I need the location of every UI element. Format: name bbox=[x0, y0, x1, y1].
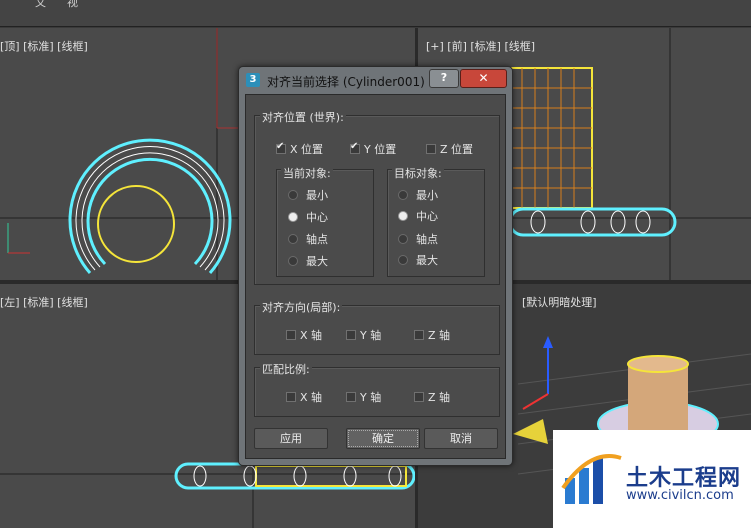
checkbox-box[interactable] bbox=[350, 141, 360, 154]
z-position-checkbox[interactable]: Z 位置 bbox=[426, 141, 473, 157]
current-pivot-radio[interactable]: 轴点 bbox=[288, 231, 328, 247]
checkbox-box[interactable] bbox=[426, 144, 436, 154]
target-object-title: 目标对象: bbox=[392, 165, 444, 181]
app-icon: 3 bbox=[246, 73, 260, 87]
orient-x-checkbox[interactable]: X 轴 bbox=[286, 327, 322, 343]
y-position-checkbox[interactable]: Y 位置 bbox=[350, 141, 396, 157]
checkbox-box[interactable] bbox=[414, 330, 424, 340]
cancel-button[interactable]: 取消 bbox=[424, 428, 498, 449]
target-min-radio[interactable]: 最小 bbox=[398, 187, 438, 203]
checkbox-box[interactable] bbox=[286, 330, 296, 340]
radio-label: 最大 bbox=[306, 255, 328, 268]
scale-z-checkbox[interactable]: Z 轴 bbox=[414, 389, 450, 405]
align-dialog: 3 对齐当前选择 (Cylinder001) ? ✕ 对齐位置 (世界): X … bbox=[238, 66, 513, 466]
x-position-checkbox[interactable]: X 位置 bbox=[276, 141, 323, 157]
watermark-logo: 土木工程网 www.civilcn.com bbox=[553, 430, 751, 528]
checkbox-label: X 位置 bbox=[290, 143, 324, 156]
radio-dot[interactable] bbox=[288, 256, 298, 266]
checkbox-label: Z 位置 bbox=[440, 143, 474, 156]
menu-item[interactable]: 视 bbox=[67, 0, 78, 10]
target-center-radio[interactable]: 中心 bbox=[398, 208, 438, 224]
close-button[interactable]: ✕ bbox=[460, 69, 507, 88]
target-pivot-radio[interactable]: 轴点 bbox=[398, 231, 438, 247]
ok-button[interactable]: 确定 bbox=[346, 428, 420, 449]
radio-label: 中心 bbox=[306, 211, 328, 224]
radio-dot[interactable] bbox=[398, 234, 408, 244]
scale-x-checkbox[interactable]: X 轴 bbox=[286, 389, 322, 405]
radio-dot[interactable] bbox=[398, 211, 408, 221]
radio-dot[interactable] bbox=[288, 190, 298, 200]
checkbox-box[interactable] bbox=[346, 330, 356, 340]
radio-label: 轴点 bbox=[416, 233, 438, 246]
checkbox-label: Y 位置 bbox=[364, 143, 397, 156]
current-object-title: 当前对象: bbox=[281, 165, 333, 181]
checkbox-box[interactable] bbox=[276, 141, 286, 154]
align-position-title: 对齐位置 (世界): bbox=[260, 109, 346, 125]
menu-item[interactable]: 文 bbox=[35, 0, 46, 10]
radio-dot[interactable] bbox=[288, 212, 298, 222]
checkbox-label: X 轴 bbox=[300, 329, 323, 342]
dialog-title: 对齐当前选择 (Cylinder001) bbox=[267, 75, 425, 89]
checkbox-label: X 轴 bbox=[300, 391, 323, 404]
current-max-radio[interactable]: 最大 bbox=[288, 253, 328, 269]
checkbox-label: Y 轴 bbox=[360, 391, 382, 404]
radio-dot[interactable] bbox=[288, 234, 298, 244]
apply-button[interactable]: 应用 bbox=[254, 428, 328, 449]
target-max-radio[interactable]: 最大 bbox=[398, 252, 438, 268]
orient-y-checkbox[interactable]: Y 轴 bbox=[346, 327, 381, 343]
checkbox-label: Z 轴 bbox=[428, 329, 451, 342]
current-center-radio[interactable]: 中心 bbox=[288, 209, 328, 225]
menu-bar: 文 视 bbox=[0, 0, 751, 27]
checkbox-box[interactable] bbox=[414, 392, 424, 402]
radio-dot[interactable] bbox=[398, 255, 408, 265]
match-scale-title: 匹配比例: bbox=[260, 361, 312, 377]
checkbox-box[interactable] bbox=[286, 392, 296, 402]
radio-label: 最小 bbox=[416, 189, 438, 202]
radio-label: 最小 bbox=[306, 189, 328, 202]
dialog-client: 对齐位置 (世界): X 位置 Y 位置 Z 位置 当前对象: 最小 中心 轴点… bbox=[245, 94, 506, 459]
radio-label: 轴点 bbox=[306, 233, 328, 246]
orient-z-checkbox[interactable]: Z 轴 bbox=[414, 327, 450, 343]
logo-icon bbox=[561, 454, 622, 504]
radio-label: 最大 bbox=[416, 254, 438, 267]
radio-dot[interactable] bbox=[398, 190, 408, 200]
current-min-radio[interactable]: 最小 bbox=[288, 187, 328, 203]
checkbox-label: Z 轴 bbox=[428, 391, 451, 404]
watermark-url: www.civilcn.com bbox=[626, 488, 734, 503]
radio-label: 中心 bbox=[416, 210, 438, 223]
checkbox-label: Y 轴 bbox=[360, 329, 382, 342]
orientation-title: 对齐方向(局部): bbox=[260, 299, 343, 315]
scale-y-checkbox[interactable]: Y 轴 bbox=[346, 389, 381, 405]
dialog-titlebar[interactable]: 3 对齐当前选择 (Cylinder001) ? ✕ bbox=[239, 67, 512, 93]
help-button[interactable]: ? bbox=[429, 69, 459, 88]
checkbox-box[interactable] bbox=[346, 392, 356, 402]
